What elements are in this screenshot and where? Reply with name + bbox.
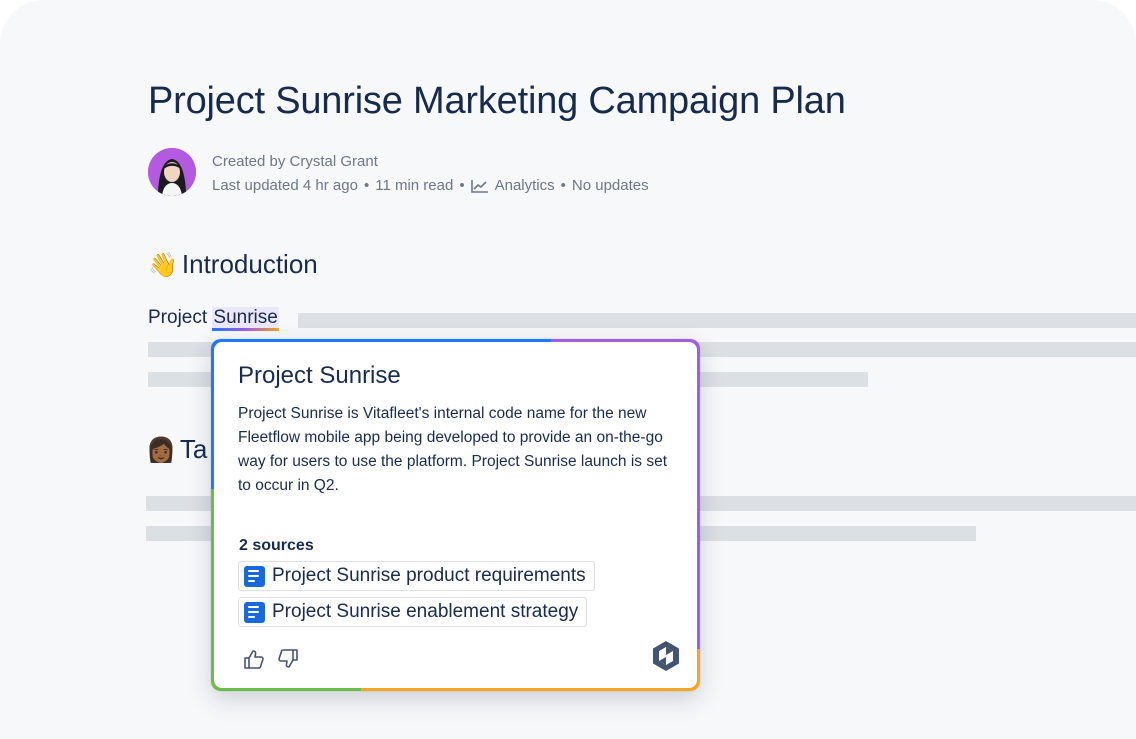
waving-hand-emoji: 👋 (148, 250, 178, 279)
meta-separator: • (560, 177, 566, 194)
section-heading-target: 👩🏾 Ta (146, 434, 207, 465)
analytics-icon (470, 180, 488, 193)
document-icon (244, 565, 265, 587)
read-time-text: 11 min read (375, 177, 454, 194)
source-link[interactable]: Project Sunrise product requirements (238, 561, 595, 591)
page-canvas: Project Sunrise Marketing Campaign Plan … (0, 0, 1136, 739)
avatar-image (148, 148, 196, 196)
intro-text: Project (148, 307, 213, 328)
popup-description: Project Sunrise is Vitafleet's internal … (238, 405, 668, 494)
placeholder-text-line (298, 313, 1136, 328)
last-updated-text: Last updated 4 hr ago (212, 177, 358, 194)
atlassian-intelligence-logo-icon (653, 641, 679, 671)
woman-emoji: 👩🏾 (146, 435, 176, 464)
intro-paragraph: Project Sunrise (148, 307, 279, 329)
popup-title: Project Sunrise (238, 362, 401, 389)
source-label: Project Sunrise product requirements (272, 565, 586, 586)
highlighted-term[interactable]: Sunrise (212, 307, 279, 328)
thumbs-up-icon[interactable] (243, 648, 265, 670)
meta-separator: • (459, 177, 465, 194)
analytics-label: Analytics (494, 177, 555, 194)
popup-content: Project Sunrise Project Sunrise is Vitaf… (214, 342, 697, 688)
section-heading-text: Ta (179, 434, 208, 464)
thumbs-down-icon[interactable] (277, 648, 299, 670)
document-icon (244, 601, 265, 623)
avatar[interactable] (148, 148, 196, 196)
source-label: Project Sunrise enablement strategy (272, 601, 579, 622)
page-title: Project Sunrise Marketing Campaign Plan (148, 80, 846, 122)
created-by-text: Created by Crystal Grant (212, 153, 378, 170)
page-metadata: Created by Crystal Grant Last updated 4 … (212, 150, 649, 198)
analytics-link[interactable]: Analytics (470, 174, 555, 198)
section-heading-text: Introduction (181, 249, 318, 279)
meta-separator: • (363, 177, 370, 194)
section-heading-introduction: 👋 Introduction (148, 249, 318, 280)
updates-text: No updates (571, 177, 649, 194)
source-link[interactable]: Project Sunrise enablement strategy (238, 597, 588, 627)
sources-label: 2 sources (239, 537, 314, 554)
definition-popup: Project Sunrise Project Sunrise is Vitaf… (211, 339, 700, 691)
